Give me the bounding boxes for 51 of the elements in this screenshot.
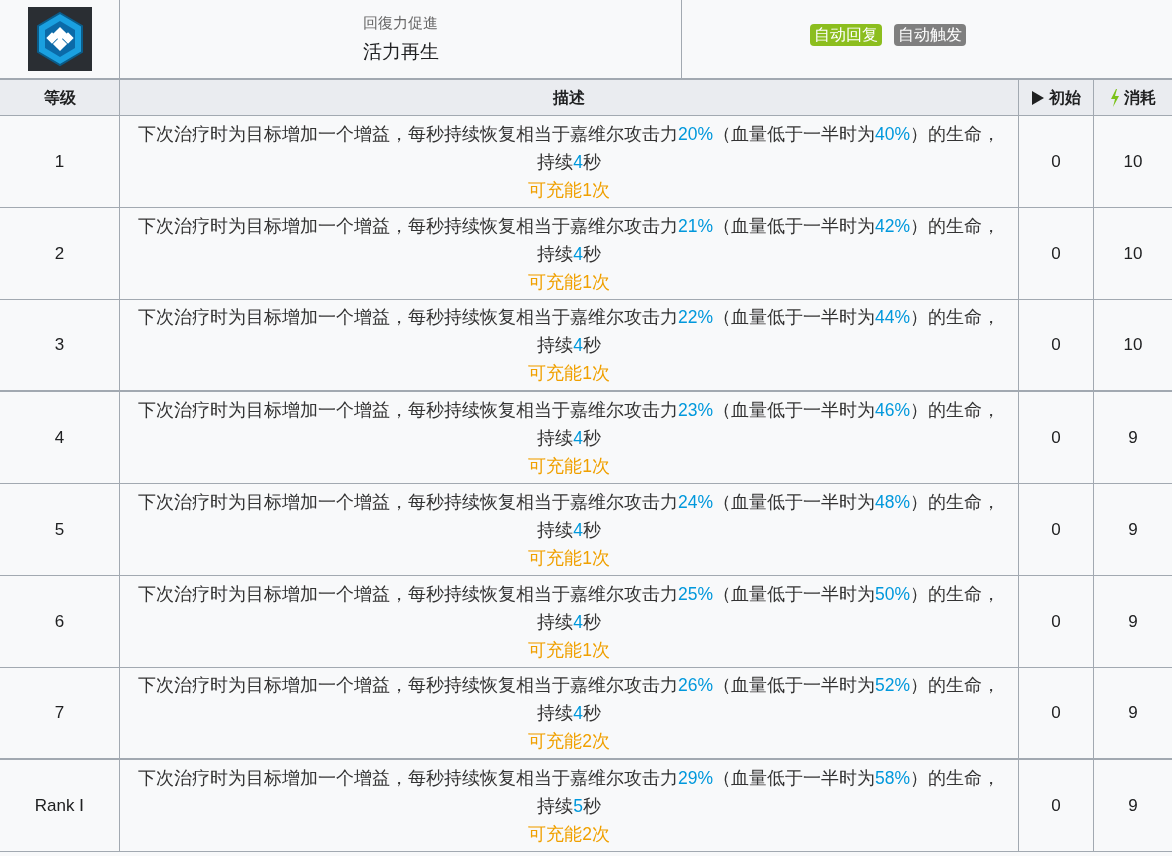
skill-emblem-icon — [27, 7, 92, 71]
charge-note: 可充能2次 — [528, 822, 610, 846]
column-header: 消耗 — [1124, 87, 1156, 108]
level-cell-text: 3 — [54, 334, 65, 357]
column-header: 初始 — [1049, 87, 1081, 108]
charge-note: 可充能2次 — [528, 730, 610, 753]
skill-tag: 自动触发 — [894, 24, 966, 46]
skill-name: 活力再生 — [362, 40, 439, 64]
column-header: 描述 — [553, 87, 585, 108]
cost-cell-text: 10 — [1123, 334, 1143, 357]
column-header: 等级 — [43, 87, 76, 108]
skill-description: 下次治疗时为目标增加一个增益，每秒持续恢复相当于嘉维尔攻击力23%（血量低于一半时为46%）的生命，持续4秒 — [136, 398, 1002, 450]
skill-description: 下次治疗时为目标增加一个增益，每秒持续恢复相当于嘉维尔攻击力26%（血量低于一半时为52%）的生命，持续4秒 — [136, 674, 1002, 725]
cost-cell-text: 9 — [1128, 702, 1138, 725]
level-cell-text: 1 — [54, 150, 65, 173]
level-cell-text: Rank Ⅰ — [34, 794, 85, 817]
lightning-icon — [1110, 88, 1120, 107]
cost-cell-text: 9 — [1128, 518, 1138, 541]
level-cell-text: 7 — [54, 702, 65, 725]
skill-description: 下次治疗时为目标增加一个增益，每秒持续恢复相当于嘉维尔攻击力21%（血量低于一半时为42%）的生命，持续4秒 — [136, 214, 1002, 266]
initial-cell-text: 0 — [1051, 242, 1061, 265]
charge-note: 可充能1次 — [528, 454, 610, 478]
play-icon — [1031, 89, 1045, 106]
initial-cell-text: 0 — [1051, 794, 1061, 817]
skill-description: 下次治疗时为目标增加一个增益，每秒持续恢复相当于嘉维尔攻击力25%（血量低于一半时为50%）的生命，持续4秒 — [136, 582, 1002, 634]
level-cell-text: 4 — [54, 426, 65, 449]
initial-cell-text: 0 — [1051, 610, 1061, 633]
skill-description: 下次治疗时为目标增加一个增益，每秒持续恢复相当于嘉维尔攻击力29%（血量低于一半时为58%）的生命，持续5秒 — [136, 766, 1002, 818]
level-cell-text: 6 — [54, 610, 65, 633]
initial-cell-text: 0 — [1051, 518, 1061, 541]
skill-description: 下次治疗时为目标增加一个增益，每秒持续恢复相当于嘉维尔攻击力24%（血量低于一半时为48%）的生命，持续4秒 — [136, 490, 1002, 542]
skill-tag: 自动回复 — [810, 24, 882, 46]
cost-cell-text: 9 — [1128, 794, 1138, 817]
skill-description: 下次治疗时为目标增加一个增益，每秒持续恢复相当于嘉维尔攻击力20%（血量低于一半时为40%）的生命，持续4秒 — [136, 122, 1002, 174]
cost-cell-text: 9 — [1128, 610, 1138, 633]
cost-cell-text: 9 — [1128, 426, 1138, 449]
skill-category: 回復力促進 — [363, 12, 438, 33]
charge-note: 可充能1次 — [528, 362, 610, 385]
cost-cell-text: 10 — [1123, 150, 1143, 173]
skill-description: 下次治疗时为目标增加一个增益，每秒持续恢复相当于嘉维尔攻击力22%（血量低于一半时为44%）的生命，持续4秒 — [136, 306, 1002, 357]
level-cell-text: 5 — [54, 518, 65, 541]
level-cell-text: 2 — [54, 242, 65, 265]
cost-cell-text: 10 — [1123, 242, 1143, 265]
charge-note: 可充能1次 — [528, 270, 610, 294]
charge-note: 可充能1次 — [528, 546, 610, 570]
initial-cell-text: 0 — [1051, 150, 1061, 173]
charge-note: 可充能1次 — [528, 638, 610, 662]
initial-cell-text: 0 — [1051, 426, 1061, 449]
initial-cell-text: 0 — [1051, 702, 1061, 725]
charge-note: 可充能1次 — [528, 178, 610, 202]
initial-cell-text: 0 — [1051, 334, 1061, 357]
